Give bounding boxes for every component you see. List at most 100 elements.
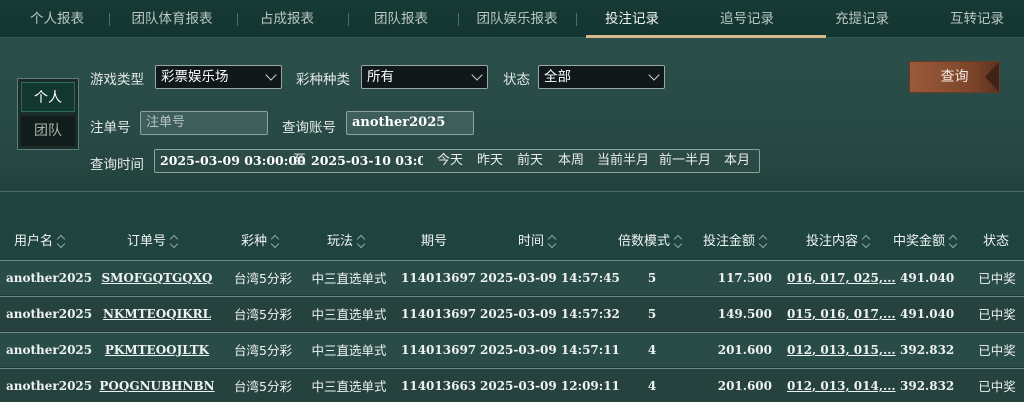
date-to-input[interactable]: 2025-03-10 03:00:0 [311,150,423,172]
column-play[interactable]: 玩法 [327,230,366,249]
scope-personal-button[interactable]: 个人 [21,82,75,112]
sort-icon[interactable] [759,235,768,249]
tab-chase-records[interactable]: 追号记录 [716,0,778,38]
column-username[interactable]: 用户名 [14,230,66,249]
cell-lottery: 台湾5分彩 [234,307,292,322]
column-multiplier-mode[interactable]: 倍数模式 [618,230,683,249]
game-type-label: 游戏类型 [90,72,144,88]
column-bet-amount[interactable]: 投注金额 [703,230,768,249]
sort-icon[interactable] [170,235,179,249]
cell-content-link[interactable]: 016, 017, 025,... [787,261,896,296]
game-type-select[interactable]: 彩票娱乐场 [155,65,282,89]
cell-issue: 114013663 [401,379,477,393]
column-lottery[interactable]: 彩种 [241,230,280,249]
quick-yesterday[interactable]: 昨天 [477,150,503,172]
quick-day-before[interactable]: 前天 [517,150,543,172]
cell-content-link[interactable]: 012, 013, 014,... [787,369,896,402]
report-tab-bar: 个人报表 团队体育报表 占成报表 团队报表 团队娱乐报表 投注记录 追号记录 充… [0,0,1024,38]
sort-icon[interactable] [357,235,366,249]
query-time-label: 查询时间 [90,157,144,173]
cell-amount: 201.600 [717,343,772,357]
tab-share-report[interactable]: 占成报表 [256,0,318,38]
status-badge: 已中奖 [978,271,1016,286]
tab-separator [348,13,349,26]
cell-order-link[interactable]: PKMTEOOJLTK [96,333,218,368]
query-account-label: 查询账号 [282,120,336,136]
status-badge: 已中奖 [978,379,1016,394]
cell-prize: 491.040 [900,271,955,285]
sort-icon[interactable] [271,235,280,249]
cell-time: 2025-03-09 14:57:32 [480,307,620,321]
column-status: 状态 [983,234,1010,249]
cell-username: another2025 [6,379,93,393]
table-row: another2025 PKMTEOOJLTK 台湾5分彩 中三直选单式 114… [0,332,1024,367]
date-from-input[interactable]: 2025-03-09 03:00:00 [160,150,306,172]
column-prize-amount[interactable]: 中奖金额 [893,230,958,249]
column-label: 玩法 [327,234,354,249]
cell-amount: 149.500 [717,307,772,321]
tab-transfer-records[interactable]: 互转记录 [946,0,1008,38]
tab-separator [237,13,238,26]
status-label: 状态 [503,72,530,88]
cell-prize: 392.832 [900,343,955,357]
sort-icon[interactable] [949,235,958,249]
tab-separator [576,13,577,26]
tab-team-entertainment-report[interactable]: 团队娱乐报表 [472,0,562,38]
column-order-number[interactable]: 订单号 [127,230,179,249]
cell-order-link[interactable]: SMOFGQTGQXQ [96,261,218,296]
tab-deposit-withdraw-records[interactable]: 充提记录 [831,0,893,38]
tab-separator [458,13,459,26]
cell-username: another2025 [6,343,93,357]
cell-lottery: 台湾5分彩 [234,271,292,286]
cell-issue: 114013697 [401,343,477,357]
cell-amount: 117.500 [717,271,772,285]
quick-previous-half-month[interactable]: 前一半月 [659,150,711,172]
column-time[interactable]: 时间 [518,230,557,249]
sort-icon[interactable] [862,235,871,249]
cell-amount: 201.600 [717,379,772,393]
cell-lottery: 台湾5分彩 [234,379,292,394]
tab-bet-records[interactable]: 投注记录 [601,0,663,38]
quick-this-week[interactable]: 本周 [558,150,584,172]
tab-team-sports-report[interactable]: 团队体育报表 [128,0,216,38]
quick-this-month[interactable]: 本月 [724,150,750,172]
cell-lottery: 台湾5分彩 [234,343,292,358]
cell-order-link[interactable]: NKMTEOQIKRL [96,297,218,332]
cell-mode: 5 [647,271,657,285]
table-header [0,192,1024,260]
column-bet-content[interactable]: 投注内容 [806,230,871,249]
cell-order-link[interactable]: POQGNUBHNBN [96,369,218,402]
table-row: another2025 POQGNUBHNBN 台湾5分彩 中三直选单式 114… [0,368,1024,402]
tab-team-report[interactable]: 团队报表 [370,0,432,38]
cell-content-link[interactable]: 012, 013, 015,... [787,333,896,368]
tab-separator [109,13,110,26]
chevron-down-icon [648,69,660,81]
cell-content-link[interactable]: 015, 016, 017,... [787,297,896,332]
query-button[interactable]: 查询 [909,61,1000,93]
column-label: 倍数模式 [618,234,671,249]
column-label: 中奖金额 [893,234,946,249]
tab-personal-report[interactable]: 个人报表 [26,0,88,38]
column-label: 投注金额 [703,234,756,249]
game-type-value: 彩票娱乐场 [161,69,229,85]
column-label: 时间 [518,234,545,249]
query-account-input[interactable]: another2025 [346,111,474,135]
date-separator: 至 [293,153,307,168]
sort-icon[interactable] [674,235,683,249]
cell-prize: 392.832 [900,379,955,393]
status-badge: 已中奖 [978,307,1016,322]
lottery-type-select[interactable]: 所有 [361,65,488,89]
cell-play: 中三直选单式 [311,271,387,286]
order-number-label: 注单号 [90,120,131,136]
table-row: another2025 NKMTEOQIKRL 台湾5分彩 中三直选单式 114… [0,296,1024,331]
scope-team-button[interactable]: 团队 [21,116,75,146]
order-number-input[interactable]: 注单号 [140,111,268,135]
status-select[interactable]: 全部 [538,65,665,89]
column-label: 彩种 [241,234,268,249]
chevron-down-icon [265,69,277,81]
quick-current-half-month[interactable]: 当前半月 [597,150,649,172]
sort-icon[interactable] [548,235,557,249]
quick-today[interactable]: 今天 [437,150,463,172]
sort-icon[interactable] [57,235,66,249]
status-value: 全部 [544,69,571,85]
